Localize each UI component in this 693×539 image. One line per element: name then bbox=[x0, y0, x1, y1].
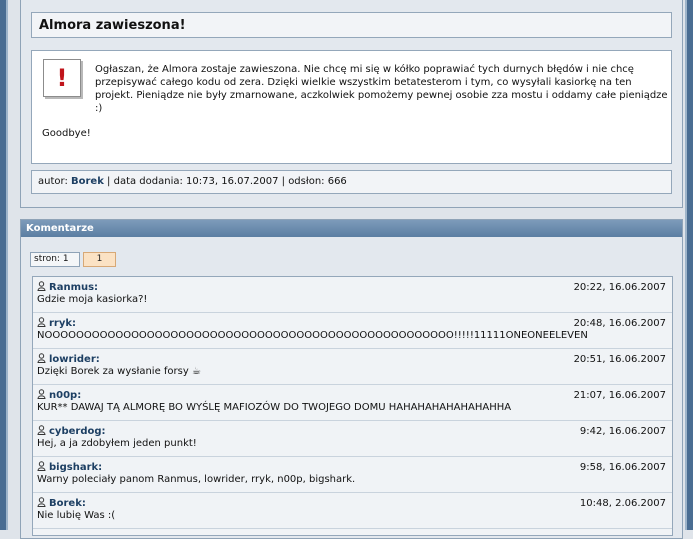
news-title: Almora zawieszona! bbox=[31, 12, 672, 38]
comment-item: bigshark: 9:58, 16.06.2007 Warny polecia… bbox=[33, 457, 672, 493]
comment-author[interactable]: lowrider: bbox=[37, 353, 100, 366]
right-frame-border bbox=[685, 0, 693, 530]
comment-text: Dzięki Borek za wysłanie forsy ☕ bbox=[37, 366, 201, 377]
comment-date: 9:42, 16.06.2007 bbox=[579, 426, 666, 437]
comment-date: 20:51, 16.06.2007 bbox=[573, 354, 666, 365]
news-text: Ogłaszan, że Almora zostaje zawieszona. … bbox=[95, 64, 668, 114]
comment-item: rryk: 20:48, 16.06.2007 NOOOOOOOOOOOOOOO… bbox=[33, 313, 672, 349]
comment-author[interactable]: bigshark: bbox=[37, 461, 102, 474]
news-meta: autor: Borek | data dodania: 10:73, 16.0… bbox=[31, 170, 672, 194]
person-icon bbox=[37, 353, 46, 363]
news-panel: Almora zawieszona! ! Ogłaszan, że Almora… bbox=[20, 0, 683, 208]
comment-item: n00p: 21:07, 16.06.2007 KUR** DAWAJ TĄ A… bbox=[33, 385, 672, 421]
person-icon bbox=[37, 317, 46, 327]
comment-item: lowrider: 20:51, 16.06.2007 Dzięki Borek… bbox=[33, 349, 672, 385]
comment-text: Nie lubię Was :( bbox=[37, 510, 116, 521]
person-icon bbox=[37, 281, 46, 291]
exclamation-icon: ! bbox=[43, 59, 81, 97]
comment-text: NOOOOOOOOOOOOOOOOOOOOOOOOOOOOOOOOOOOOOOO… bbox=[37, 330, 588, 341]
comment-date: 20:22, 16.06.2007 bbox=[573, 282, 666, 293]
comment-item: Borek: 10:48, 2.06.2007 Nie lubię Was :( bbox=[33, 493, 672, 529]
comment-author[interactable]: Borek: bbox=[37, 497, 86, 510]
comment-author[interactable]: Ranmus: bbox=[37, 281, 98, 294]
comment-date: 9:58, 16.06.2007 bbox=[579, 462, 666, 473]
left-frame-border bbox=[0, 0, 8, 530]
news-body: ! Ogłaszan, że Almora zostaje zawieszona… bbox=[31, 50, 672, 164]
comment-text: Hej, a ja zdobyłem jeden punkt! bbox=[37, 438, 197, 449]
meta-author-label: autor: bbox=[38, 176, 68, 187]
person-icon bbox=[37, 425, 46, 435]
person-icon bbox=[37, 461, 46, 471]
pager-label: stron: 1 bbox=[30, 252, 80, 267]
comment-author[interactable]: rryk: bbox=[37, 317, 76, 330]
person-icon bbox=[37, 497, 46, 507]
comment-item: Ranmus: 20:22, 16.06.2007 Gdzie moja kas… bbox=[33, 277, 672, 313]
comments-panel: Komentarze stron: 1 1 Ranmus: 20:22, 16.… bbox=[20, 219, 683, 539]
comment-date: 20:48, 16.06.2007 bbox=[573, 318, 666, 329]
news-goodbye: Goodbye! bbox=[42, 128, 91, 139]
meta-details: | data dodania: 10:73, 16.07.2007 | odsł… bbox=[107, 176, 347, 187]
page-1-button[interactable]: 1 bbox=[83, 252, 116, 267]
comment-text: Warny poleciały panom Ranmus, lowrider, … bbox=[37, 474, 356, 485]
person-icon bbox=[37, 389, 46, 399]
comment-text: KUR** DAWAJ TĄ ALMORĘ BO WYŚLĘ MAFIOZÓW … bbox=[37, 402, 512, 413]
comment-item: cyberdog: 9:42, 16.06.2007 Hej, a ja zdo… bbox=[33, 421, 672, 457]
comment-date: 21:07, 16.06.2007 bbox=[573, 390, 666, 401]
comments-header: Komentarze bbox=[21, 220, 682, 237]
comment-author[interactable]: n00p: bbox=[37, 389, 81, 402]
comment-text: Gdzie moja kasiorka?! bbox=[37, 294, 148, 305]
author-link[interactable]: Borek bbox=[71, 176, 104, 187]
comment-list: Ranmus: 20:22, 16.06.2007 Gdzie moja kas… bbox=[32, 276, 673, 536]
comment-date: 10:48, 2.06.2007 bbox=[579, 498, 666, 509]
comment-author[interactable]: cyberdog: bbox=[37, 425, 106, 438]
